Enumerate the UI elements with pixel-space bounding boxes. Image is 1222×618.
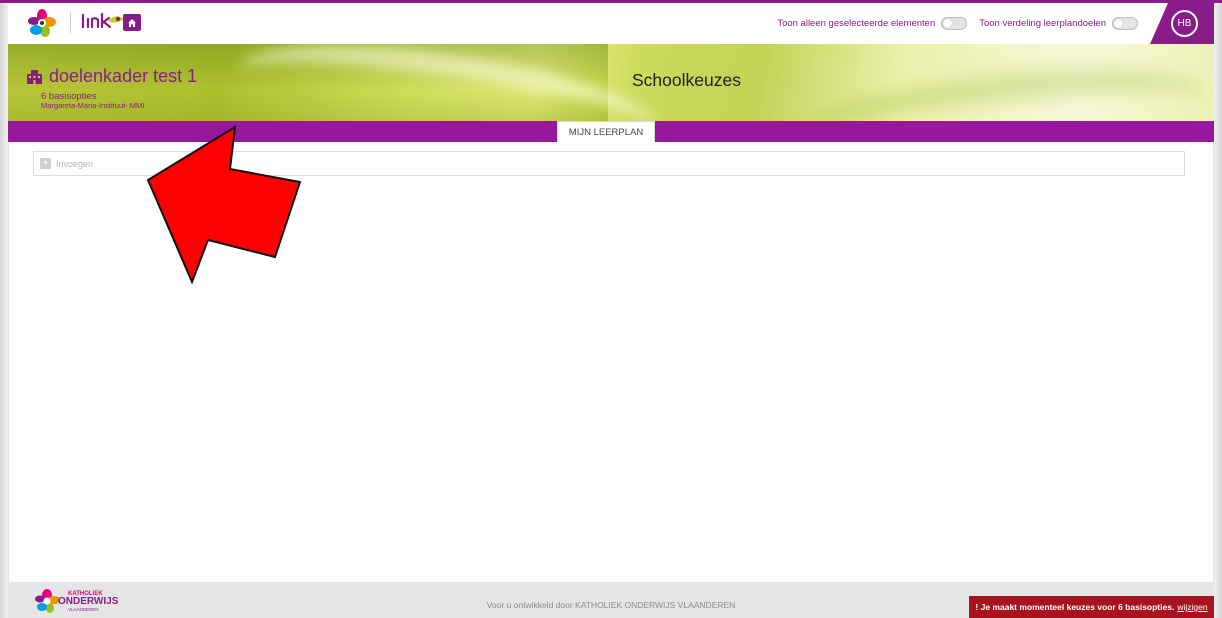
tab-mijn-leerplan[interactable]: MIJN LEERPLAN (557, 121, 655, 143)
building-icon (27, 70, 42, 84)
user-menu-area: HB (1150, 3, 1214, 44)
window-edge-right (1214, 0, 1222, 618)
view-toggles: Toon alleen geselecteerde elementen Toon… (777, 14, 1144, 32)
toggle-selected-elements-label: Toon alleen geselecteerde elementen (777, 17, 936, 29)
toggle-selected-elements-switch[interactable] (941, 16, 968, 30)
kov-flower-logo-icon[interactable] (28, 9, 56, 37)
app-window: Toon alleen geselecteerde elementen Toon… (0, 0, 1222, 618)
top-bar: Toon alleen geselecteerde elementen Toon… (8, 3, 1214, 44)
notice-text: ! Je maakt momenteel keuzes voor 6 basis… (975, 602, 1175, 612)
curriculum-title-row: doelenkader test 1 (26, 66, 197, 87)
plus-icon: + (40, 158, 51, 169)
toggle-distribution-label: Toon verdeling leerplandoelen (979, 17, 1106, 29)
school-name: Margareta-Maria-Instituut- MMI (41, 101, 145, 110)
window-edge-left (0, 0, 8, 618)
header-banner: doelenkader test 1 6 basisopties Margare… (8, 44, 1214, 121)
insert-label: Invoegen (56, 158, 94, 169)
page-title: Schoolkeuzes (632, 70, 741, 90)
basic-options-notice: ! Je maakt momenteel keuzes voor 6 basis… (969, 596, 1214, 618)
home-icon (128, 18, 136, 27)
curriculum-title: doelenkader test 1 (49, 66, 198, 86)
user-avatar-button[interactable]: HB (1171, 10, 1198, 37)
linkr-logo-icon[interactable] (80, 11, 126, 33)
toggle-distribution-switch[interactable] (1112, 16, 1138, 30)
red-annotation-arrow-icon (146, 125, 302, 285)
home-button[interactable] (123, 14, 141, 31)
logo-separator (70, 13, 71, 33)
change-options-link[interactable]: wijzigen (1177, 602, 1207, 612)
